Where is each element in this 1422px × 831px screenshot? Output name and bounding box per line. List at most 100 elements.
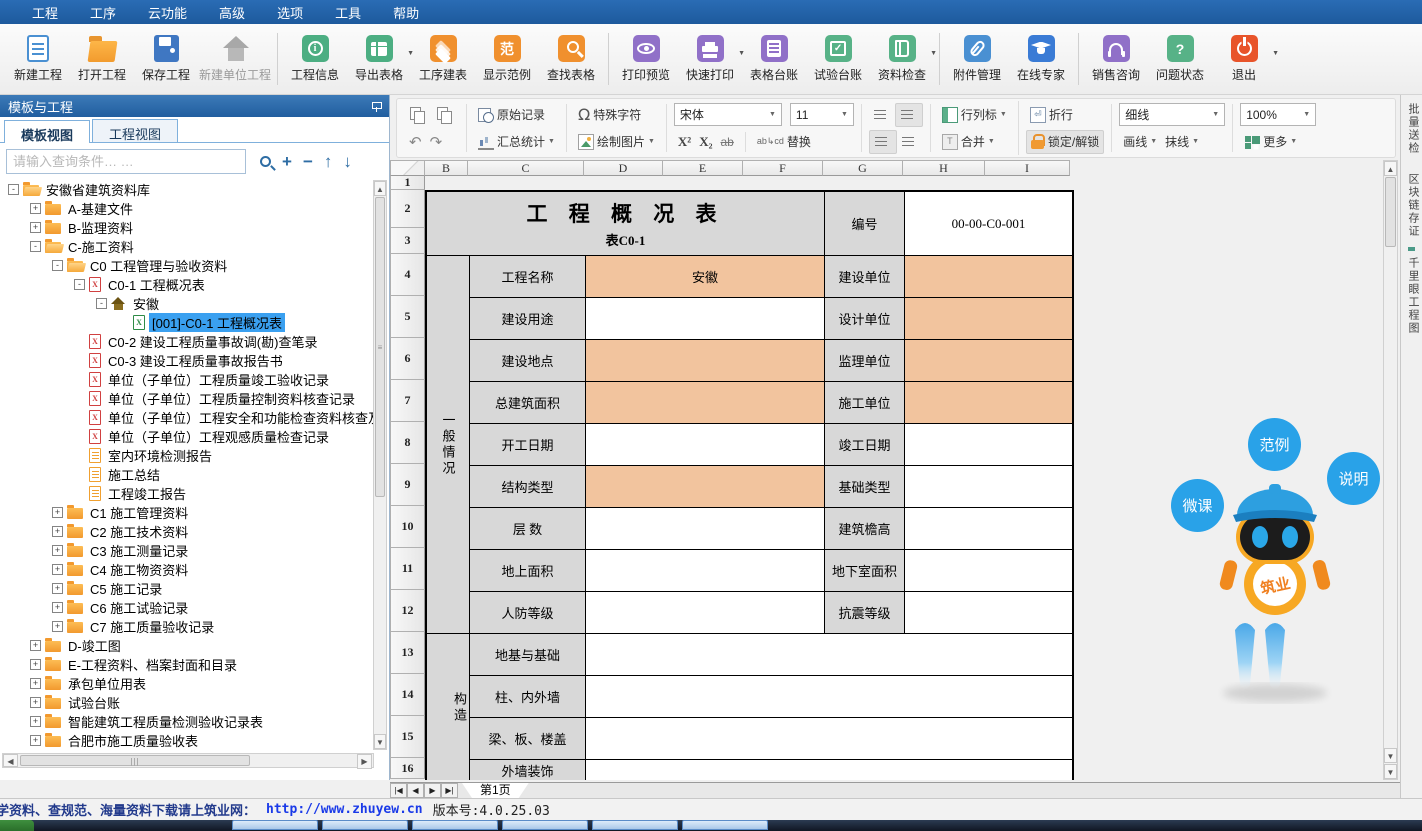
label-cell[interactable]: 层 数 [470, 508, 586, 550]
quick-print-button[interactable]: 快速打印▼ [679, 28, 741, 90]
tree-item[interactable]: + C5 施工记录 [2, 579, 374, 598]
tree-item[interactable]: -安徽省建筑资料库 [2, 180, 374, 199]
tree-item-label[interactable]: C5 施工记录 [87, 579, 165, 598]
draw-line-button[interactable]: 画线▼ [1119, 130, 1161, 154]
value-cell[interactable] [586, 592, 825, 634]
row-header-11[interactable]: 11 [390, 548, 425, 590]
label-cell[interactable]: 监理单位 [825, 340, 905, 382]
vertical-tab-2[interactable]: 区块链存证 [1405, 173, 1421, 238]
scroll-down-icon[interactable]: ▼ [374, 734, 386, 749]
show-example-button[interactable]: 范显示范例 [476, 28, 538, 90]
label-cell[interactable]: 抗震等级 [825, 592, 905, 634]
font-size-select[interactable]: 11▼ [790, 103, 854, 126]
tree-item[interactable]: X[001]-C0-1 工程概况表 [2, 313, 374, 332]
label-cell[interactable]: 设计单位 [825, 298, 905, 340]
vertical-tab-3[interactable]: 千里眼工程图 [1405, 257, 1421, 335]
value-cell-wide[interactable] [586, 676, 1072, 718]
superscript-button[interactable]: X² [674, 130, 695, 154]
label-cell[interactable]: 结构类型 [470, 466, 586, 508]
exit-button[interactable]: 退出▼ [1213, 28, 1275, 90]
tree-item[interactable]: +试验台账 [2, 693, 374, 712]
subscript-button[interactable]: X₂ [695, 130, 716, 154]
menu-item-3[interactable]: 云功能 [132, 1, 203, 24]
data-check-button[interactable]: 资料检查▼ [871, 28, 933, 90]
tree-item-label[interactable]: C0 工程管理与验收资料 [87, 256, 230, 275]
value-cell[interactable] [586, 508, 825, 550]
row-header-9[interactable]: 9 [390, 464, 425, 506]
value-cell[interactable] [586, 298, 825, 340]
draw-picture-button[interactable]: 绘制图片▼ [574, 130, 659, 154]
next-icon[interactable]: ↓ [343, 153, 352, 170]
taskbar-window-button[interactable] [592, 820, 678, 830]
collapse-icon[interactable]: - [52, 260, 63, 271]
search-input[interactable] [6, 149, 246, 174]
align-right-button[interactable] [897, 130, 923, 154]
value-cell-wide[interactable] [586, 634, 1072, 676]
dropdown-caret-icon[interactable]: ▼ [1272, 50, 1279, 57]
tree-item[interactable]: XC0-2 建设工程质量事故调(勘)查笔录 [2, 332, 374, 351]
tree-item-label[interactable]: C-施工资料 [65, 237, 137, 256]
tree-item-label[interactable]: 单位（子单位）工程观感质量检查记录 [105, 427, 332, 446]
row-header-6[interactable]: 6 [390, 338, 425, 380]
menu-item-4[interactable]: 高级 [203, 1, 261, 24]
row-header-5[interactable]: 5 [390, 296, 425, 338]
help-bubble[interactable]: 说明 [1327, 452, 1380, 505]
select-all-corner[interactable] [390, 160, 425, 176]
tree-item-label[interactable]: C1 施工管理资料 [87, 503, 191, 522]
expand-icon[interactable]: + [30, 716, 41, 727]
align-top-button[interactable] [869, 103, 895, 127]
sheet-tab[interactable]: 第1页 [462, 783, 529, 798]
value-cell[interactable] [586, 550, 825, 592]
undo-button[interactable]: ↶ [405, 130, 426, 154]
tree-item-label[interactable]: C4 施工物资资料 [87, 560, 191, 579]
label-cell[interactable]: 基础类型 [825, 466, 905, 508]
tree-item-label[interactable]: E-工程资料、档案封面和目录 [65, 655, 240, 674]
find-table-button[interactable]: 查找表格 [540, 28, 602, 90]
online-expert-button[interactable]: 在线专家 [1010, 28, 1072, 90]
tree-item-label[interactable]: C0-2 建设工程质量事故调(勘)查笔录 [105, 332, 320, 351]
tree-item-label[interactable]: B-监理资料 [65, 218, 136, 237]
scroll-up-icon[interactable]: ▲ [374, 181, 386, 196]
copy-button[interactable] [405, 103, 432, 127]
vertical-tab-1[interactable]: 批量送检 [1405, 103, 1421, 155]
label-cell[interactable]: 开工日期 [470, 424, 586, 466]
tree-item-label[interactable]: C0-1 工程概况表 [105, 275, 208, 294]
label-cell[interactable]: 地上面积 [470, 550, 586, 592]
column-header-E[interactable]: E [663, 160, 743, 176]
save-project-button[interactable]: 保存工程 [135, 28, 197, 90]
row-header-7[interactable]: 7 [390, 380, 425, 422]
search-icon[interactable] [260, 156, 271, 167]
new-project-button[interactable]: 新建工程 [7, 28, 69, 90]
tree-item-label[interactable]: C6 施工试验记录 [87, 598, 191, 617]
tree-item[interactable]: +承包单位用表 [2, 674, 374, 693]
scroll-thumb[interactable]: ||| [20, 755, 250, 766]
attachment-button[interactable]: 附件管理 [946, 28, 1008, 90]
label-cell[interactable]: 竣工日期 [825, 424, 905, 466]
row-header-13[interactable]: 13 [390, 632, 425, 674]
menu-item-6[interactable]: 工具 [319, 1, 377, 24]
pin-icon[interactable] [371, 100, 381, 112]
tree-item[interactable]: +合肥市施工质量验收表 [2, 731, 374, 750]
tree-item-label[interactable]: 单位（子单位）工程质量竣工验收记录 [105, 370, 332, 389]
tree-item[interactable]: + 智能建筑工程质量检测验收记录表 [2, 712, 374, 731]
expand-icon[interactable]: + [30, 659, 41, 670]
special-char-button[interactable]: Ω特殊字符 [574, 103, 645, 127]
tree-item-label[interactable]: 安徽省建筑资料库 [43, 180, 153, 199]
tree-item[interactable]: +C3 施工测量记录 [2, 541, 374, 560]
tree-item-label[interactable]: 智能建筑工程质量检测验收记录表 [65, 712, 266, 731]
label-cell[interactable]: 工程名称 [470, 256, 586, 298]
process-table-button[interactable]: 工序建表 [412, 28, 474, 90]
tab-project-view[interactable]: 工程视图 [92, 119, 178, 142]
label-cell[interactable]: 建设用途 [470, 298, 586, 340]
expand-icon[interactable]: + [52, 564, 63, 575]
taskbar-window-button[interactable] [682, 820, 768, 830]
example-bubble[interactable]: 范例 [1248, 418, 1301, 471]
tree-item[interactable]: - C0 工程管理与验收资料 [2, 256, 374, 275]
expand-icon[interactable]: + [52, 583, 63, 594]
line-style-select[interactable]: 细线▼ [1119, 103, 1225, 126]
value-cell[interactable] [905, 424, 1072, 466]
wrap-line-button[interactable]: ⏎折行 [1026, 103, 1077, 127]
tree-item[interactable]: + E-工程资料、档案封面和目录 [2, 655, 374, 674]
project-info-button[interactable]: i工程信息 [284, 28, 346, 90]
tree-item-label[interactable]: 试验台账 [65, 693, 123, 712]
